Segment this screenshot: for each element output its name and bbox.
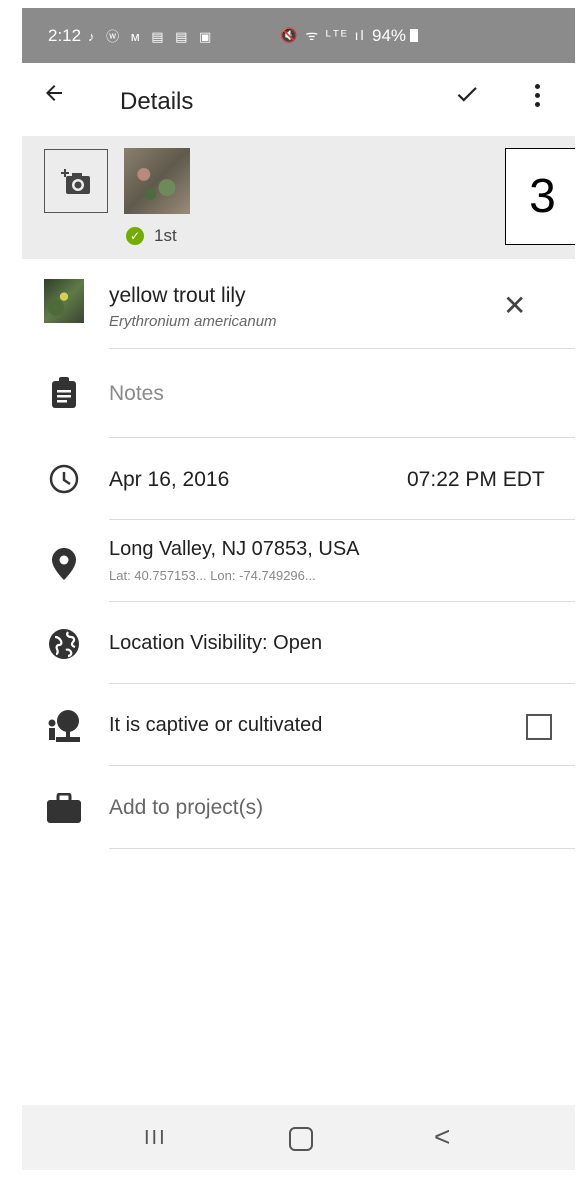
visibility-row[interactable]: Location Visibility: Open [22, 602, 575, 684]
photo-strip: ✓ 1st [22, 136, 575, 259]
captive-checkbox[interactable] [526, 714, 552, 740]
system-nav-bar: III < [22, 1105, 575, 1170]
battery-indicator: 94% [372, 26, 419, 46]
taxon-photo-icon [44, 279, 84, 323]
page-title: Details [120, 88, 194, 115]
date-row[interactable]: Apr 16, 2016 07:22 PM EDT [22, 438, 575, 520]
step-number-badge: 3 [505, 148, 575, 245]
clipboard-icon [44, 373, 84, 413]
location-coordinates: Lat: 40.757153... Lon: -74.749296... [109, 568, 316, 583]
observation-date[interactable]: Apr 16, 2016 [109, 468, 229, 492]
location-visibility-label: Location Visibility: Open [109, 632, 323, 654]
notification-icons: ♪ ⓦ ᴍ ▤ ▤ ▣ [88, 29, 216, 44]
battery-icon [410, 29, 419, 42]
projects-row[interactable]: Add to project(s) [22, 766, 575, 849]
phone-screen: 2:12 ♪ ⓦ ᴍ ▤ ▤ ▣ 🔇 ᯤ ᴸᵀᴱ ıl 94% Details [22, 8, 575, 1170]
first-photo-label: ✓ 1st [126, 226, 177, 246]
home-button[interactable] [289, 1127, 313, 1151]
add-photo-icon [61, 169, 90, 194]
more-menu-icon[interactable] [532, 84, 542, 114]
battery-percent: 94% [372, 26, 407, 45]
captive-plant-icon [44, 706, 84, 746]
location-row[interactable]: Long Valley, NJ 07853, USA Lat: 40.75715… [22, 520, 575, 602]
taxon-common-name: yellow trout lily [109, 284, 246, 307]
captive-row[interactable]: It is captive or cultivated [22, 684, 575, 766]
save-check-icon[interactable] [454, 81, 480, 113]
add-to-projects-label[interactable]: Add to project(s) [109, 796, 263, 820]
globe-icon [44, 624, 84, 664]
location-place-name: Long Valley, NJ 07853, USA [109, 538, 360, 560]
notes-row[interactable]: Notes [22, 349, 575, 438]
taxon-scientific-name: Erythronium americanum [109, 313, 277, 330]
back-arrow-icon[interactable] [42, 81, 66, 111]
check-circle-icon: ✓ [126, 227, 144, 245]
notes-input[interactable]: Notes [109, 382, 164, 406]
recents-button[interactable]: III [144, 1127, 167, 1150]
system-back-button[interactable]: < [434, 1121, 450, 1153]
add-photo-button[interactable] [44, 149, 108, 213]
observation-photo-thumbnail[interactable] [124, 148, 190, 214]
clear-taxon-icon[interactable]: ✕ [503, 289, 526, 322]
observation-time[interactable]: 07:22 PM EDT [407, 468, 545, 492]
captive-label: It is captive or cultivated [109, 714, 323, 736]
clock-icon [44, 459, 84, 499]
taxon-row[interactable]: yellow trout lily Erythronium americanum… [22, 259, 575, 349]
signal-icons: 🔇 ᯤ ᴸᵀᴱ ıl [280, 27, 366, 43]
briefcase-icon [44, 788, 84, 828]
status-time: 2:12 [48, 26, 82, 45]
app-bar: Details [22, 63, 575, 136]
map-pin-icon [44, 544, 84, 584]
status-bar: 2:12 ♪ ⓦ ᴍ ▤ ▤ ▣ 🔇 ᯤ ᴸᵀᴱ ıl 94% [22, 8, 575, 63]
